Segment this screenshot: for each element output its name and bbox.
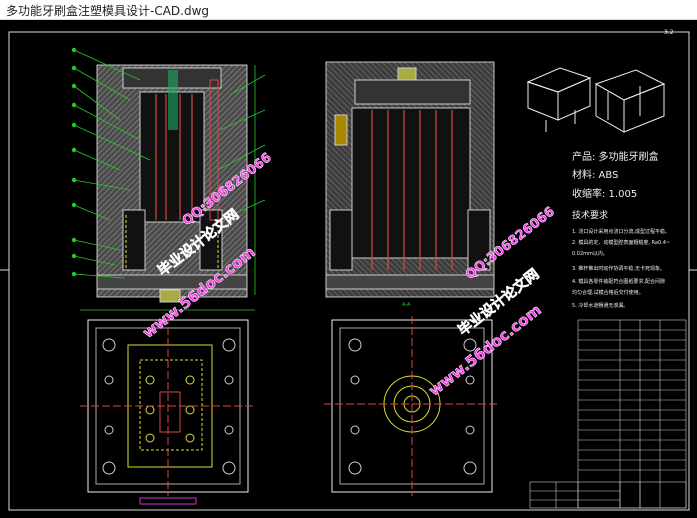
product-name: 产品: 多功能牙刷盒 [572,150,659,163]
parts-list-table [577,319,687,509]
tech-line-3: 0.02mm以内。 [572,250,608,257]
tech-line-6: 均匀合理,试模合格后交付使用。 [572,289,644,296]
tech-line-5: 4. 模具各零件装配符合图纸要求,配合间隙 [572,278,665,285]
cad-drawing-canvas[interactable]: A-A 3.2 产品: 多功能牙刷盒 材料: ABS 收缩率: 1.005 技术… [0,20,697,518]
side-section-view [325,61,495,298]
product-isometric-sketches [526,67,666,133]
window-title: 多功能牙刷盒注塑模具设计-CAD.dwg [6,4,210,18]
roughness-symbol: 3.2 [664,29,674,36]
product-material: 材料: ABS [572,168,618,181]
tech-line-4: 3. 推杆推出时动作协调平稳,无卡死现象。 [572,265,665,272]
tech-requirements-title: 技术要求 [572,209,608,221]
section-label: A-A [402,302,411,308]
tech-line-2: 2. 模具的定、动模型腔表面粗糙度, Ra0.4~ [572,239,670,246]
tech-line-7: 5. 冷却水道畅通无渗漏。 [572,302,628,309]
tech-line-1: 1. 浇口设计采用点浇口分流,成型过程平稳。 [572,228,670,235]
plan-view-left [80,316,256,496]
title-block [529,481,687,509]
shrink-rate: 收缩率: 1.005 [572,187,637,200]
plan-view-middle [324,316,500,496]
window-titlebar: 多功能牙刷盒注塑模具设计-CAD.dwg [0,0,697,20]
